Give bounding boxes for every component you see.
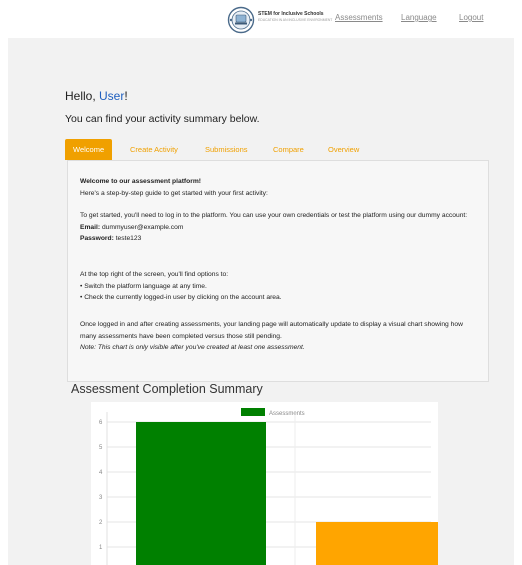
tab-submissions[interactable]: Submissions [205,139,248,160]
y-tick-label: 4 [99,470,103,476]
school-logo-icon [227,6,255,34]
y-tick-label: 1 [99,545,103,551]
landing-block: Once logged in and after creating assess… [80,319,480,354]
password-label: Password: [80,235,114,242]
legend-swatch [241,408,265,416]
completion-chart: Assessments 1 2 3 4 5 6 [91,402,438,565]
options-block: At the top right of the screen, you'll f… [80,269,480,304]
nav-assessments-link[interactable]: Assessments [335,13,383,22]
y-tick-label: 2 [99,520,103,526]
top-navigation-bar: STEM for Inclusive Schools EDUCATION IN … [8,0,514,38]
welcome-heading: Welcome to our assessment platform! [80,178,202,185]
options-intro: At the top right of the screen, you'll f… [80,271,229,278]
password-line: Password: teste123 [80,233,480,245]
welcome-intro-block: Welcome to our assessment platform! Here… [80,176,480,199]
legend-label: Assessments [269,411,305,417]
nav-logout-link[interactable]: Logout [459,13,483,22]
landing-text: Once logged in and after creating assess… [80,321,463,340]
tab-create-activity[interactable]: Create Activity [130,139,178,160]
nav-language-link[interactable]: Language [401,13,437,22]
y-tick-label: 5 [99,445,103,451]
login-text: To get started, you'll need to log in to… [80,212,468,219]
email-line: Email: dummyuser@example.com [80,222,480,234]
activity-summary-subtitle: You can find your activity summary below… [65,113,260,125]
password-value: teste123 [115,235,142,242]
greeting: Hello, User! [65,89,128,103]
page-background: STEM for Inclusive Schools EDUCATION IN … [8,0,514,565]
chart-note: Note: This chart is only visible after y… [80,344,305,351]
welcome-panel: Welcome to our assessment platform! Here… [67,160,489,382]
chart-title: Assessment Completion Summary [71,382,263,396]
welcome-intro: Here's a step-by-step guide to get start… [80,189,268,197]
tab-compare[interactable]: Compare [273,139,304,160]
greeting-username: User [99,89,125,103]
brand-subtitle: EDUCATION IN AN INCLUSIVE ENVIRONMENT [258,18,333,22]
email-value: dummyuser@example.com [101,223,184,231]
greeting-exclaim: ! [124,89,128,103]
option-switch-language: • Switch the platform language at any ti… [80,282,207,290]
y-tick-label: 3 [99,495,103,501]
email-label: Email: [80,223,101,231]
login-block: To get started, you'll need to log in to… [80,210,480,245]
brand-title: STEM for Inclusive Schools [258,11,324,17]
greeting-hello: Hello, [65,89,100,103]
tab-welcome[interactable]: Welcome [65,139,113,160]
y-tick-label: 6 [99,420,103,426]
bar-chart-svg: Assessments 1 2 3 4 5 6 [99,408,438,565]
bar-pending [316,522,438,565]
tab-overview[interactable]: Overview [328,139,359,160]
bar-completed [136,422,266,565]
option-check-user: • Check the currently logged-in user by … [80,294,282,301]
